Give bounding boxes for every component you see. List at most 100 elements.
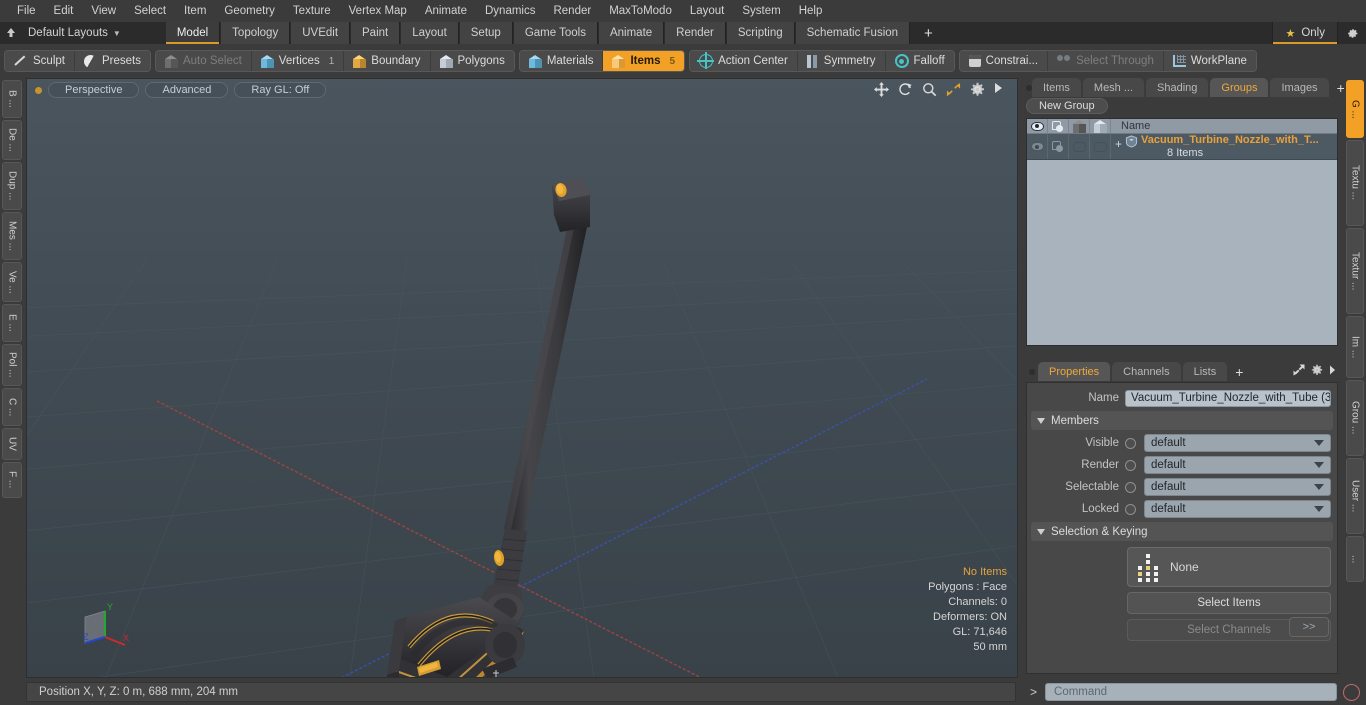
sidebar-item-deform[interactable]: De ... <box>2 120 22 160</box>
tab-images[interactable]: Images <box>1270 78 1329 97</box>
layout-preset-selector[interactable]: Default Layouts ▼ <box>22 22 131 44</box>
tab-schematic-fusion[interactable]: Schematic Fusion <box>794 22 911 44</box>
row-visible-toggle[interactable] <box>1027 134 1048 159</box>
tab-channels[interactable]: Channels <box>1112 362 1181 381</box>
members-section-header[interactable]: Members <box>1031 411 1333 430</box>
selectable-override-toggle[interactable] <box>1125 481 1136 493</box>
rotate-icon[interactable] <box>898 82 913 97</box>
tab-uvedit[interactable]: UVEdit <box>290 22 351 44</box>
viewport-3d[interactable]: Perspective Advanced Ray GL: Off No Item… <box>26 78 1018 678</box>
tab-render[interactable]: Render <box>664 22 726 44</box>
add-tab-button[interactable]: + <box>910 22 947 44</box>
sidebar-item-duplicate[interactable]: Dup ... <box>2 162 22 210</box>
action-center-button[interactable]: Action Center <box>690 51 798 71</box>
menu-item-render[interactable]: Render <box>544 2 600 20</box>
sidebar-item-polygon[interactable]: Pol ... <box>2 344 22 386</box>
column-selectable-icon[interactable] <box>1069 119 1090 133</box>
palette-tab-user[interactable]: User ... <box>1346 458 1364 534</box>
tab-setup[interactable]: Setup <box>458 22 513 44</box>
gear-icon[interactable] <box>970 82 985 97</box>
menu-item-layout[interactable]: Layout <box>681 2 734 20</box>
selectable-dropdown[interactable]: default <box>1144 478 1331 496</box>
select-through-button[interactable]: Select Through <box>1048 51 1164 71</box>
only-toggle-button[interactable]: ★ Only <box>1272 22 1338 44</box>
panel-menu-dot-icon[interactable] <box>1026 362 1038 381</box>
constraint-button[interactable]: Constrai... <box>959 51 1049 71</box>
palette-tab-texture-2[interactable]: Textur ... <box>1346 228 1364 314</box>
viewport-shading-selector[interactable]: Advanced <box>145 82 229 98</box>
materials-button[interactable]: Materials <box>519 51 604 71</box>
menu-item-texture[interactable]: Texture <box>284 2 340 20</box>
tab-lists[interactable]: Lists <box>1182 362 1228 381</box>
sidebar-item-mesh-edit[interactable]: Mes ... <box>2 212 22 260</box>
menu-item-view[interactable]: View <box>82 2 125 20</box>
tab-model[interactable]: Model <box>164 22 221 44</box>
row-render-toggle[interactable] <box>1048 134 1069 159</box>
new-group-button[interactable]: New Group <box>1026 98 1108 114</box>
command-input[interactable]: Command <box>1045 683 1337 701</box>
tab-shading[interactable]: Shading <box>1146 78 1209 97</box>
row-selectable-toggle[interactable] <box>1069 134 1090 159</box>
row-locked-toggle[interactable] <box>1090 134 1111 159</box>
sidebar-item-edge[interactable]: E ... <box>2 304 22 342</box>
menu-item-geometry[interactable]: Geometry <box>215 2 284 20</box>
tab-groups[interactable]: Groups <box>1210 78 1269 97</box>
tab-topology[interactable]: Topology <box>220 22 291 44</box>
menu-item-dynamics[interactable]: Dynamics <box>476 2 544 20</box>
visible-dropdown[interactable]: default <box>1144 434 1331 452</box>
menu-item-maxtomodo[interactable]: MaxToModo <box>600 2 681 20</box>
palette-tab-more[interactable]: ... <box>1346 536 1364 582</box>
auto-select-button[interactable]: Auto Select <box>155 51 252 71</box>
record-icon[interactable] <box>1343 683 1360 701</box>
symmetry-button[interactable]: Symmetry <box>797 51 886 71</box>
menu-item-select[interactable]: Select <box>125 2 175 20</box>
zoom-icon[interactable] <box>922 82 937 97</box>
sidebar-item-vertex[interactable]: Ve ... <box>2 262 22 302</box>
viewport-raygl-toggle[interactable]: Ray GL: Off <box>234 82 327 98</box>
tab-animate[interactable]: Animate <box>597 22 665 44</box>
tab-properties[interactable]: Properties <box>1038 362 1111 381</box>
menu-item-help[interactable]: Help <box>790 2 832 20</box>
menu-item-vertex-map[interactable]: Vertex Map <box>340 2 416 20</box>
tab-game-tools[interactable]: Game Tools <box>512 22 598 44</box>
items-button[interactable]: Items 5 <box>603 51 685 71</box>
palette-tab-images[interactable]: Im ... <box>1346 316 1364 378</box>
sidebar-item-fusion[interactable]: F ... <box>2 462 22 498</box>
palette-tab-groups-2[interactable]: Grou ... <box>1346 380 1364 456</box>
menu-item-item[interactable]: Item <box>175 2 215 20</box>
groups-tree[interactable]: Name + Vacuum_Turbine_Nozzle_with_T... 8… <box>1026 118 1338 346</box>
panel-menu-arrow-icon[interactable] <box>1329 365 1336 378</box>
palette-tab-texture-1[interactable]: Textu ... <box>1346 140 1364 226</box>
sidebar-item-curve[interactable]: C ... <box>2 388 22 426</box>
presets-button[interactable]: Presets <box>74 51 150 71</box>
gear-icon[interactable] <box>1338 22 1366 44</box>
sidebar-item-uv[interactable]: UV <box>2 428 22 460</box>
tab-mesh[interactable]: Mesh ... <box>1082 78 1145 97</box>
polygons-button[interactable]: Polygons <box>430 51 514 71</box>
viewport-projection-selector[interactable]: Perspective <box>48 82 140 98</box>
name-field[interactable]: Vacuum_Turbine_Nozzle_with_Tube (3 <box>1125 389 1331 407</box>
sculpt-button[interactable]: Sculpt <box>5 51 75 71</box>
boundary-button[interactable]: Boundary <box>344 51 431 71</box>
tab-items[interactable]: Items <box>1032 78 1081 97</box>
column-visible-icon[interactable] <box>1027 119 1048 133</box>
palette-tab-groups[interactable]: G ... <box>1346 80 1364 138</box>
arrow-right-icon[interactable] <box>994 82 1009 97</box>
menu-item-file[interactable]: File <box>8 2 45 20</box>
groups-tree-empty-area[interactable] <box>1027 160 1337 344</box>
expand-icon[interactable] <box>1293 364 1305 379</box>
column-render-icon[interactable] <box>1048 119 1069 133</box>
gear-icon[interactable] <box>1311 364 1323 379</box>
selection-keying-section-header[interactable]: Selection & Keying <box>1031 522 1333 541</box>
vertices-button[interactable]: Vertices 1 <box>251 51 345 71</box>
home-icon[interactable] <box>0 22 22 44</box>
menu-item-edit[interactable]: Edit <box>45 2 83 20</box>
move-icon[interactable] <box>874 82 889 97</box>
tab-layout[interactable]: Layout <box>400 22 459 44</box>
tab-scripting[interactable]: Scripting <box>725 22 795 44</box>
tab-paint[interactable]: Paint <box>350 22 401 44</box>
locked-dropdown[interactable]: default <box>1144 500 1331 518</box>
render-dropdown[interactable]: default <box>1144 456 1331 474</box>
selection-set-picker[interactable]: None <box>1127 547 1331 587</box>
column-locked-icon[interactable] <box>1090 119 1111 133</box>
